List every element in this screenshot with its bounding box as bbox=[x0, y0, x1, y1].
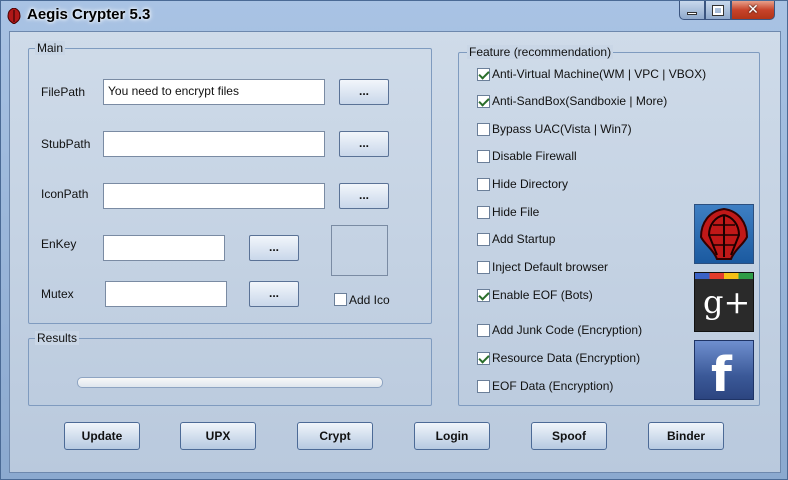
window-title: Aegis Crypter 5.3 bbox=[27, 6, 151, 23]
google-color-bar bbox=[695, 273, 753, 279]
login-button[interactable]: Login bbox=[414, 422, 490, 450]
minimize-button[interactable] bbox=[679, 1, 705, 20]
mutex-input[interactable] bbox=[105, 281, 227, 307]
stubpath-label: StubPath bbox=[41, 137, 91, 151]
results-group: Results bbox=[28, 331, 432, 406]
results-progress-bar bbox=[77, 377, 383, 388]
feature-checkbox-label: Disable Firewall bbox=[492, 149, 577, 163]
feature-checkbox-label: Hide Directory bbox=[492, 177, 569, 191]
feature-checkbox-label: Bypass UAC(Vista | Win7) bbox=[492, 122, 632, 136]
enkey-label: EnKey bbox=[41, 237, 77, 251]
enkey-input[interactable] bbox=[103, 235, 225, 261]
mutex-generate-button[interactable]: ... bbox=[249, 281, 299, 307]
feature-checkbox-label: Hide File bbox=[492, 205, 540, 219]
feature-checkbox[interactable] bbox=[477, 95, 490, 108]
feature-checkbox[interactable] bbox=[477, 150, 490, 163]
feature-checkbox-label: Resource Data (Encryption) bbox=[492, 351, 641, 365]
spoof-button[interactable]: Spoof bbox=[531, 422, 607, 450]
maximize-icon bbox=[712, 4, 724, 16]
google-plus-text: g+ bbox=[703, 283, 751, 321]
facebook-f-text: f bbox=[711, 347, 732, 400]
shield-logo-icon[interactable] bbox=[694, 204, 754, 264]
app-window: Aegis Crypter 5.3 ✕ Main FilePath You ne… bbox=[0, 0, 788, 480]
feature-checkbox-label: EOF Data (Encryption) bbox=[492, 379, 614, 393]
main-legend: Main bbox=[35, 41, 66, 55]
feature-checkbox-label: Add Startup bbox=[492, 232, 556, 246]
filepath-browse-button[interactable]: ... bbox=[339, 79, 389, 105]
close-icon: ✕ bbox=[747, 2, 759, 18]
client-area: Main FilePath You need to encrypt files … bbox=[9, 31, 781, 473]
shield-app-icon bbox=[7, 8, 21, 24]
google-plus-icon[interactable]: g+ bbox=[694, 272, 754, 332]
title-bar[interactable]: Aegis Crypter 5.3 ✕ bbox=[1, 1, 787, 31]
feature-checkbox[interactable] bbox=[477, 289, 490, 302]
feature-checkbox-label: Anti-SandBox(Sandboxie | More) bbox=[492, 94, 668, 108]
stubpath-input[interactable] bbox=[103, 131, 325, 157]
feature-checkbox[interactable] bbox=[477, 123, 490, 136]
upx-button[interactable]: UPX bbox=[180, 422, 256, 450]
crypt-button[interactable]: Crypt bbox=[297, 422, 373, 450]
filepath-input[interactable]: You need to encrypt files bbox=[103, 79, 325, 105]
maximize-button[interactable] bbox=[705, 1, 731, 20]
feature-checkbox[interactable] bbox=[477, 324, 490, 337]
iconpath-browse-button[interactable]: ... bbox=[339, 183, 389, 209]
feature-checkbox[interactable] bbox=[477, 233, 490, 246]
feature-checkbox-label: Enable EOF (Bots) bbox=[492, 288, 593, 302]
mutex-label: Mutex bbox=[41, 287, 74, 301]
caption-buttons: ✕ bbox=[679, 1, 775, 20]
add-ico-checkbox[interactable] bbox=[334, 293, 347, 306]
feature-checkbox-label: Add Junk Code (Encryption) bbox=[492, 323, 643, 337]
iconpath-label: IconPath bbox=[41, 187, 89, 201]
enkey-generate-button[interactable]: ... bbox=[249, 235, 299, 261]
facebook-icon[interactable]: f bbox=[694, 340, 754, 400]
update-button[interactable]: Update bbox=[64, 422, 140, 450]
feature-checkbox-label: Anti-Virtual Machine(WM | VPC | VBOX) bbox=[492, 67, 707, 81]
feature-checkbox[interactable] bbox=[477, 178, 490, 191]
feature-checkbox[interactable] bbox=[477, 380, 490, 393]
close-button[interactable]: ✕ bbox=[731, 1, 775, 20]
feature-legend: Feature (recommendation) bbox=[467, 45, 614, 59]
results-legend: Results bbox=[35, 331, 80, 345]
icon-preview-box bbox=[331, 225, 388, 276]
feature-checkbox[interactable] bbox=[477, 261, 490, 274]
feature-checkbox[interactable] bbox=[477, 68, 490, 81]
shield-graphic bbox=[699, 207, 749, 260]
add-ico-label: Add Ico bbox=[349, 293, 390, 307]
main-group: Main FilePath You need to encrypt files … bbox=[28, 41, 432, 324]
minimize-icon bbox=[687, 11, 697, 15]
binder-button[interactable]: Binder bbox=[648, 422, 724, 450]
stubpath-browse-button[interactable]: ... bbox=[339, 131, 389, 157]
iconpath-input[interactable] bbox=[103, 183, 325, 209]
feature-checkbox[interactable] bbox=[477, 352, 490, 365]
feature-checkbox[interactable] bbox=[477, 206, 490, 219]
filepath-label: FilePath bbox=[41, 85, 86, 99]
feature-checkbox-label: Inject Default browser bbox=[492, 260, 609, 274]
